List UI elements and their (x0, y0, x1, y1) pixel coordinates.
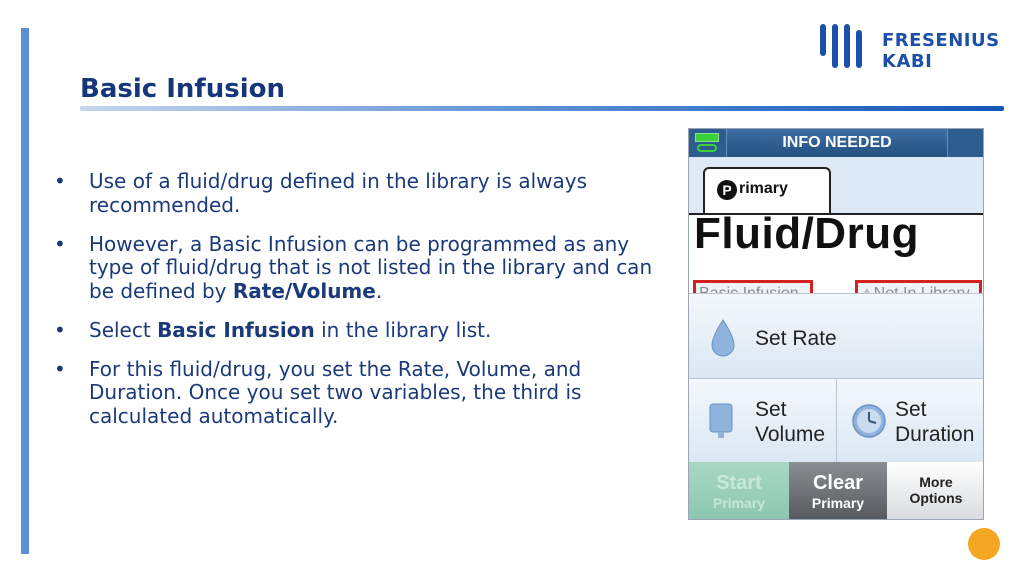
iv-bag-icon (709, 403, 733, 438)
bullet-item: • For this fluid/drug, you set the Rate, … (54, 356, 664, 429)
set-rate-label: Set Rate (755, 327, 837, 350)
logo-line-1: FRESENIUS (882, 30, 1000, 51)
fresenius-logo-icon (820, 24, 862, 68)
bullet-text-tail: . (375, 278, 383, 303)
start-primary-button[interactable]: Start Primary (689, 462, 789, 519)
fluid-drug-title: Fluid/Drug (694, 209, 919, 258)
bullet-item: • Use of a fluid/drug defined in the libr… (54, 169, 664, 217)
clock-icon (852, 404, 886, 438)
status-box (689, 129, 727, 157)
bullet-list: • Use of a fluid/drug defined in the libr… (54, 169, 664, 444)
set-rate-button[interactable]: Set Rate (689, 293, 983, 378)
logo-line-2: KABI (882, 51, 933, 72)
bullet-text: For this fluid/drug, you set the Rate, V… (89, 356, 582, 428)
title-underline (80, 106, 1004, 111)
clear-label: Clear (812, 472, 864, 494)
droplet-icon (711, 319, 735, 357)
set-volume-label: Set Volume (755, 397, 825, 447)
set-duration-label: Set Duration (895, 397, 974, 447)
set-duration-button[interactable]: Set Duration (837, 378, 983, 462)
set-duration-line-1: Set (895, 398, 927, 421)
bullet-text-tail: in the library list. (314, 317, 492, 342)
bullet-bold-text: Basic Infusion (157, 317, 315, 342)
link-icon (697, 144, 717, 152)
primary-badge-icon: P (717, 180, 737, 200)
more-options-button[interactable]: More Options (887, 462, 983, 519)
battery-icon (695, 133, 719, 142)
set-duration-line-2: Duration (895, 423, 975, 446)
info-needed-status: INFO NEEDED (782, 134, 892, 151)
bullet-item: • However, a Basic Infusion can be progra… (54, 231, 664, 304)
bullet-item: • Select Basic Infusion in the library li… (54, 317, 664, 343)
pump-header: INFO NEEDED (689, 129, 983, 157)
left-accent-bar (21, 28, 29, 554)
pump-screen: INFO NEEDED P rimary Fluid/Drug Basic In… (688, 128, 984, 520)
bullet-text: Select (89, 317, 158, 342)
set-volume-line-1: Set (755, 398, 787, 421)
set-volume-button[interactable]: Set Volume (689, 378, 837, 462)
bullet-bold-text: Rate/Volume (232, 278, 376, 303)
set-volume-line-2: Volume (755, 423, 826, 446)
bullet-glyph: • (54, 356, 66, 381)
orange-dot (968, 528, 1000, 560)
bullet-glyph: • (54, 231, 66, 256)
more-options-line-1: More (919, 474, 953, 490)
logo-wordmark: FRESENIUS KABI (882, 30, 1000, 72)
clear-sub-label: Primary (811, 495, 865, 511)
slide-title: Basic Infusion (80, 74, 285, 104)
start-sub-label: Primary (712, 495, 766, 511)
pump-footer: Start Primary Clear Primary More Options (689, 462, 983, 519)
bullet-glyph: • (54, 169, 66, 193)
start-label: Start (716, 472, 762, 494)
clear-primary-button[interactable]: Clear Primary (789, 462, 887, 519)
tab-primary[interactable]: P rimary (703, 167, 831, 215)
more-options-line-2: Options (909, 490, 963, 506)
header-right-box (947, 129, 983, 157)
bullet-text: Use of a fluid/drug defined in the libra… (89, 169, 587, 217)
tab-primary-label: rimary (739, 180, 788, 197)
fresenius-kabi-logo: FRESENIUS KABI (818, 22, 1008, 74)
bullet-glyph: • (54, 317, 66, 342)
